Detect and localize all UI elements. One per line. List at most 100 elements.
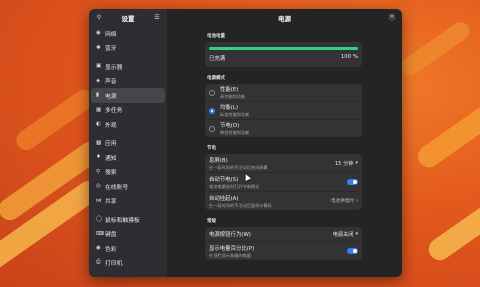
speaker-icon: ◈ [96, 77, 101, 84]
option-title: 均衡(L) [220, 105, 238, 111]
power-saving-section-label: 节电 [207, 146, 216, 151]
power-mode-performance[interactable]: 性能(E) 高性能和功耗 [205, 84, 362, 101]
sidebar-item-online-accounts[interactable]: ◎ 在线账号 [91, 179, 165, 194]
sidebar-item-label: 网络 [105, 31, 117, 38]
power-mode-section-label: 电源模式 [207, 76, 225, 81]
auto-power-saver-toggle[interactable] [347, 179, 358, 185]
sidebar-item-label: 键盘 [105, 232, 117, 239]
search-icon: ⚲ [96, 168, 101, 175]
color-icon: ◉ [96, 245, 101, 252]
sidebar-item-label: 打印机 [105, 261, 123, 268]
row-subtitle: 在顶栏显示准确的电量 [209, 252, 251, 258]
keyboard-icon: ⌨ [96, 230, 104, 237]
option-title: 性能(E) [220, 87, 239, 93]
sidebar-item-label: 显示器 [105, 64, 123, 71]
appearance-icon: ◐ [96, 121, 101, 128]
option-subtitle: 降低性能和功耗 [220, 130, 250, 135]
battery-percent: 100 % [340, 54, 358, 60]
row-subtitle: 在一段时间的不活动后暂停计算机 [209, 202, 272, 208]
auto-suspend-row[interactable]: 自动挂起(A) 在一段时间的不活动后暂停计算机 电池供电时 › [205, 191, 362, 210]
power-mode-balanced[interactable]: 均衡(L) 标准性能和功耗 [205, 101, 362, 119]
sidebar-item-power[interactable]: ▮ 电源 [91, 88, 165, 103]
power-saving-card: 息屏(B) 在一段时间的不活动后关闭屏幕 15 分钟 ▾ 自动节电(S) 电池电量低时… [205, 154, 362, 210]
sidebar-item-search[interactable]: ⚲ 搜索 [91, 165, 165, 180]
radio-performance[interactable] [209, 89, 215, 96]
search-icon[interactable]: ⚲ [94, 14, 104, 21]
page-title: 电源 [278, 14, 291, 23]
show-percentage-toggle[interactable] [347, 248, 358, 254]
sidebar-item-label: 电源 [105, 93, 117, 100]
sidebar-item-label: 应用 [105, 141, 117, 148]
sidebar-item-label: 通知 [105, 155, 117, 162]
radio-balanced[interactable] [209, 107, 215, 114]
battery-status: 已充满 [209, 56, 226, 62]
main-panel: 电源 ✕ 电池电量 已充满 100 % 电源模式 性能(E) 高性能和功耗 均衡… [167, 9, 402, 277]
battery-icon: ▮ [96, 92, 100, 99]
sidebar-item-label: 色彩 [105, 246, 117, 253]
battery-card: 已充满 100 % [205, 42, 362, 67]
settings-window: ⚲ 设置 ☰ ◉ 网络 ✱ 蓝牙 ▣ 显示器 ◈ 声音 ▮ 电源 ▦ 多任务 ◐ 外观 ▩ 应用… [89, 9, 402, 277]
sidebar-item-color[interactable]: ◉ 色彩 [91, 241, 165, 256]
sidebar-item-label: 搜索 [105, 170, 117, 177]
sidebar-item-label: 蓝牙 [105, 46, 117, 53]
chevron-down-icon: ▾ [355, 231, 358, 237]
display-icon: ▣ [96, 63, 102, 70]
general-section-label: 常规 [207, 219, 216, 224]
general-card: 电源按钮行为(W) 电源关闭 ▾ 显示电量百分比(P) 在顶栏显示准确的电量 [205, 227, 362, 260]
sidebar-item-notifications[interactable]: ♦ 通知 [91, 150, 165, 165]
sidebar-item-multitask[interactable]: ▦ 多任务 [91, 103, 165, 118]
row-subtitle: 电池电量低时打开节电模式 [209, 183, 260, 189]
screen-blank-row[interactable]: 息屏(B) 在一段时间的不活动后关闭屏幕 15 分钟 ▾ [205, 154, 362, 172]
sidebar-item-printers[interactable]: ⎙ 打印机 [91, 256, 165, 271]
sidebar-item-keyboard[interactable]: ⌨ 键盘 [91, 227, 165, 242]
auto-suspend-value: 电池供电时 [331, 199, 354, 204]
power-button-value[interactable]: 电源关闭 [333, 231, 354, 238]
sidebar-item-bluetooth[interactable]: ✱ 蓝牙 [91, 41, 165, 56]
chevron-down-icon: ▾ [355, 160, 358, 166]
chevron-right-icon: › [356, 198, 358, 204]
row-title: 自动节电(S) [209, 176, 239, 183]
power-button-row[interactable]: 电源按钮行为(W) 电源关闭 ▾ [205, 227, 362, 241]
row-title: 显示电量百分比(P) [209, 245, 255, 252]
accounts-icon: ◎ [96, 183, 101, 190]
sidebar-item-label: 多任务 [105, 108, 123, 115]
mouse-icon: ◯ [96, 216, 103, 223]
bluetooth-icon: ✱ [96, 44, 101, 51]
multitask-icon: ▦ [96, 106, 102, 113]
sidebar-item-network[interactable]: ◉ 网络 [91, 26, 165, 41]
share-icon: ⋈ [96, 197, 102, 204]
power-mode-saver[interactable]: 节电(O) 降低性能和功耗 [205, 119, 362, 137]
option-title: 节电(O) [220, 123, 240, 129]
close-icon[interactable]: ✕ [388, 13, 396, 21]
row-title: 自动挂起(A) [209, 195, 239, 202]
menu-icon[interactable]: ☰ [152, 14, 162, 21]
option-subtitle: 高性能和功耗 [220, 94, 246, 99]
sidebar-item-mouse[interactable]: ◯ 鼠标和触摸板 [91, 212, 165, 227]
sidebar-list: ◉ 网络 ✱ 蓝牙 ▣ 显示器 ◈ 声音 ▮ 电源 ▦ 多任务 ◐ 外观 ▩ 应用 ♦ 通知 ⚲ 搜… [89, 26, 167, 270]
sidebar-item-sharing[interactable]: ⋈ 共享 [91, 194, 165, 209]
sidebar-title: 设置 [121, 14, 135, 23]
screen-blank-value[interactable]: 15 分钟 [335, 160, 354, 167]
bell-icon: ♦ [96, 154, 101, 161]
power-content: 电池电量 已充满 100 % 电源模式 性能(E) 高性能和功耗 均衡(L) 标准性… [205, 29, 362, 260]
row-subtitle: 在一段时间的不活动后关闭屏幕 [209, 164, 268, 170]
sidebar-item-label: 鼠标和触摸板 [105, 217, 140, 224]
sidebar-item-label: 外观 [105, 122, 117, 129]
option-subtitle: 标准性能和功耗 [220, 112, 250, 117]
sidebar-item-display[interactable]: ▣ 显示器 [91, 59, 165, 74]
sidebar-item-label: 共享 [105, 199, 117, 206]
sidebar-item-apps[interactable]: ▩ 应用 [91, 136, 165, 151]
sidebar-item-label: 声音 [105, 79, 117, 86]
sidebar-item-sound[interactable]: ◈ 声音 [91, 74, 165, 89]
show-percentage-row[interactable]: 显示电量百分比(P) 在顶栏显示准确的电量 [205, 241, 362, 260]
auto-power-saver-row[interactable]: 自动节电(S) 电池电量低时打开节电模式 [205, 172, 362, 191]
sidebar-item-appearance[interactable]: ◐ 外观 [91, 117, 165, 132]
printer-icon: ⎙ [96, 259, 101, 266]
main-header: 电源 ✕ [167, 9, 402, 26]
battery-section-label: 电池电量 [207, 34, 225, 39]
sidebar-header: ⚲ 设置 ☰ [89, 9, 167, 26]
wifi-icon: ◉ [96, 30, 101, 37]
radio-power-saver[interactable] [209, 125, 215, 132]
sidebar-item-label: 在线账号 [105, 184, 129, 191]
power-mode-card: 性能(E) 高性能和功耗 均衡(L) 标准性能和功耗 节电(O) 降低性能和功耗 [205, 84, 362, 137]
